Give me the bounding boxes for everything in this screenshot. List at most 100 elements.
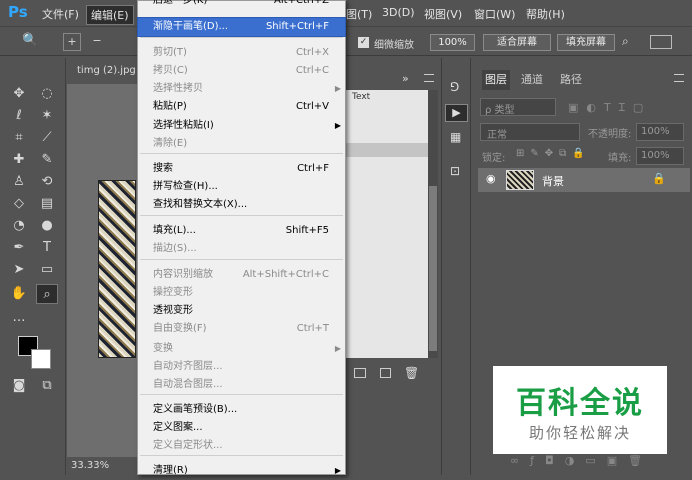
layer-name[interactable]: 背景 (542, 173, 564, 189)
new-item-icon[interactable] (380, 368, 391, 378)
layer-kind-filter[interactable]: ρ 类型 (480, 98, 556, 116)
rectangle-tool-icon[interactable]: ▭ (36, 260, 58, 280)
workspace-icon[interactable] (650, 35, 672, 49)
middle-panel-scrollbar[interactable] (428, 90, 438, 358)
tab-layers[interactable]: 图层 (482, 70, 510, 90)
menu-item[interactable]: 拼写检查(H)... (138, 178, 345, 196)
folder-icon[interactable] (354, 368, 366, 378)
layer-row[interactable]: ◉ 背景 🔒 (478, 168, 690, 192)
zoom-status: 33.33% (67, 457, 137, 475)
filter-icons[interactable]: ▣◐TꞮ▢ (568, 100, 651, 115)
zoom-tool-active-icon[interactable]: ⌕ (36, 284, 58, 304)
lasso-tool-icon[interactable]: ℓ (8, 106, 30, 126)
magic-wand-tool-icon[interactable]: ✶ (36, 106, 58, 126)
menu-item[interactable]: 清理(R) ▶ (138, 462, 345, 480)
background-color-swatch[interactable] (31, 349, 51, 369)
menu-item-label: 操控变形 (153, 287, 193, 298)
pen-tool-icon[interactable]: ✒ (8, 238, 30, 258)
crop-tool-icon[interactable]: ⌗ (8, 128, 30, 148)
marquee-tool-icon[interactable]: ◌ (36, 84, 58, 104)
dodge-tool-icon[interactable]: ● (36, 216, 58, 236)
menu-item[interactable]: 自动对齐图层... (138, 358, 345, 376)
history-panel-icon[interactable]: ⅁ (450, 80, 459, 94)
menu-help[interactable]: 帮助(H) (526, 6, 565, 22)
menu-3d[interactable]: 3D(D) (382, 6, 415, 19)
menu-item[interactable]: 透视变形 (138, 302, 345, 320)
blend-mode-select[interactable]: 正常 (480, 123, 580, 141)
menu-item[interactable]: 内容识别缩放 Alt+Shift+Ctrl+C (138, 266, 345, 284)
history-brush-tool-icon[interactable]: ⟲ (36, 172, 58, 192)
search-icon[interactable]: ⌕ (622, 34, 629, 49)
menu-item[interactable]: 清除(E) (138, 135, 345, 153)
more-tools-icon[interactable]: … (8, 308, 30, 328)
quick-mask-icon[interactable]: ◙ (8, 376, 30, 396)
tab-paths[interactable]: 路径 (560, 70, 582, 90)
zoom-in-icon[interactable]: + (63, 33, 81, 51)
menu-item[interactable]: 自动混合图层... (138, 376, 345, 394)
menu-item[interactable]: 选择性拷贝 ▶ (138, 80, 345, 98)
opacity-input[interactable]: 100% (636, 123, 684, 141)
character-panel-icon[interactable]: ⊡ (450, 164, 460, 178)
menu-item[interactable]: 定义画笔预设(B)... (138, 401, 345, 419)
scrubby-zoom-checkbox[interactable]: ✓ (358, 37, 369, 48)
eye-visibility-icon[interactable]: ◉ (486, 172, 496, 185)
layer-footer-icons[interactable]: ∞ƒ◘◑▭▣🗑 (510, 454, 653, 467)
gradient-tool-icon[interactable]: ▤ (36, 194, 58, 214)
blur-tool-icon[interactable]: ◔ (8, 216, 30, 236)
trash-icon[interactable]: 🗑 (404, 366, 419, 380)
scrollbar-thumb[interactable] (429, 186, 437, 351)
menu-item-label: 自由变换(F) (153, 323, 207, 334)
menu-window[interactable]: 窗口(W) (474, 6, 515, 22)
move-tool-icon[interactable]: ✥ (8, 84, 30, 104)
list-item-selected[interactable] (346, 143, 428, 157)
menu-type[interactable]: 图(T) (346, 6, 372, 22)
menu-item[interactable]: 定义图案... (138, 419, 345, 437)
menu-item[interactable]: 变换 ▶ (138, 340, 345, 358)
menu-item-label: 定义画笔预设(B)... (153, 404, 238, 415)
menu-item[interactable]: 描边(S)... (138, 240, 345, 258)
eyedropper-tool-icon[interactable]: ⟋ (36, 128, 58, 148)
tab-channels[interactable]: 通道 (521, 70, 543, 90)
document-tab-title[interactable]: timg (2).jpg (77, 65, 136, 76)
panel-menu-icon[interactable] (424, 74, 434, 82)
menu-view[interactable]: 视图(V) (424, 6, 462, 22)
menu-item[interactable]: 搜索 Ctrl+F (138, 160, 345, 178)
zoom-100-button[interactable]: 100% (430, 34, 475, 51)
menu-file[interactable]: 文件(F) (42, 6, 79, 22)
zoom-tool-icon[interactable]: 🔍 (22, 33, 38, 48)
menu-item[interactable]: 查找和替换文本(X)... (138, 196, 345, 214)
lock-icons[interactable]: ⊞✎✥⧉🔒 (516, 148, 591, 159)
menu-edit[interactable]: 编辑(E) (86, 5, 134, 25)
menu-item[interactable]: 定义自定形状... (138, 437, 345, 455)
actions-play-icon[interactable]: ▶ (445, 104, 468, 122)
eraser-tool-icon[interactable]: ◇ (8, 194, 30, 214)
fit-screen-button[interactable]: 适合屏幕 (483, 34, 551, 51)
hand-tool-icon[interactable]: ✋ (8, 284, 30, 304)
menu-item[interactable]: 选择性粘贴(I) ▶ (138, 117, 345, 135)
fill-input[interactable]: 100% (636, 147, 684, 165)
list-item-text[interactable]: Text (352, 92, 370, 102)
menu-item[interactable]: 填充(L)... Shift+F5 (138, 222, 345, 240)
screen-mode-icon[interactable]: ⧉ (36, 376, 58, 396)
path-selection-tool-icon[interactable]: ➤ (8, 260, 30, 280)
fill-screen-button[interactable]: 填充屏幕 (557, 34, 615, 51)
stamp-tool-icon[interactable]: ♙ (8, 172, 30, 192)
menu-item[interactable]: 操控变形 (138, 284, 345, 302)
menu-item[interactable]: 粘贴(P) Ctrl+V (138, 98, 345, 116)
document-tabs: timg (2).jpg (67, 58, 137, 84)
menu-item[interactable]: 渐隐干画笔(D)... Shift+Ctrl+F (137, 17, 346, 37)
menu-item[interactable]: 后退一步(K) Alt+Ctrl+Z (138, 0, 345, 10)
properties-panel-icon[interactable]: ▦ (450, 130, 461, 144)
healing-tool-icon[interactable]: ✚ (8, 150, 30, 170)
document-image[interactable] (98, 180, 136, 358)
brush-tool-icon[interactable]: ✎ (36, 150, 58, 170)
menu-item[interactable]: 拷贝(C) Ctrl+C (138, 62, 345, 80)
menu-item-label: 搜索 (153, 163, 173, 174)
panel-collapse-icon[interactable]: » (402, 72, 409, 85)
layers-panel-menu-icon[interactable] (674, 74, 684, 82)
menu-item-label: 变换 (153, 343, 173, 354)
type-tool-icon[interactable]: T (36, 238, 58, 258)
zoom-out-icon[interactable]: − (88, 33, 106, 51)
menu-item[interactable]: 剪切(T) Ctrl+X (138, 44, 345, 62)
menu-item[interactable]: 自由变换(F) Ctrl+T (138, 320, 345, 338)
